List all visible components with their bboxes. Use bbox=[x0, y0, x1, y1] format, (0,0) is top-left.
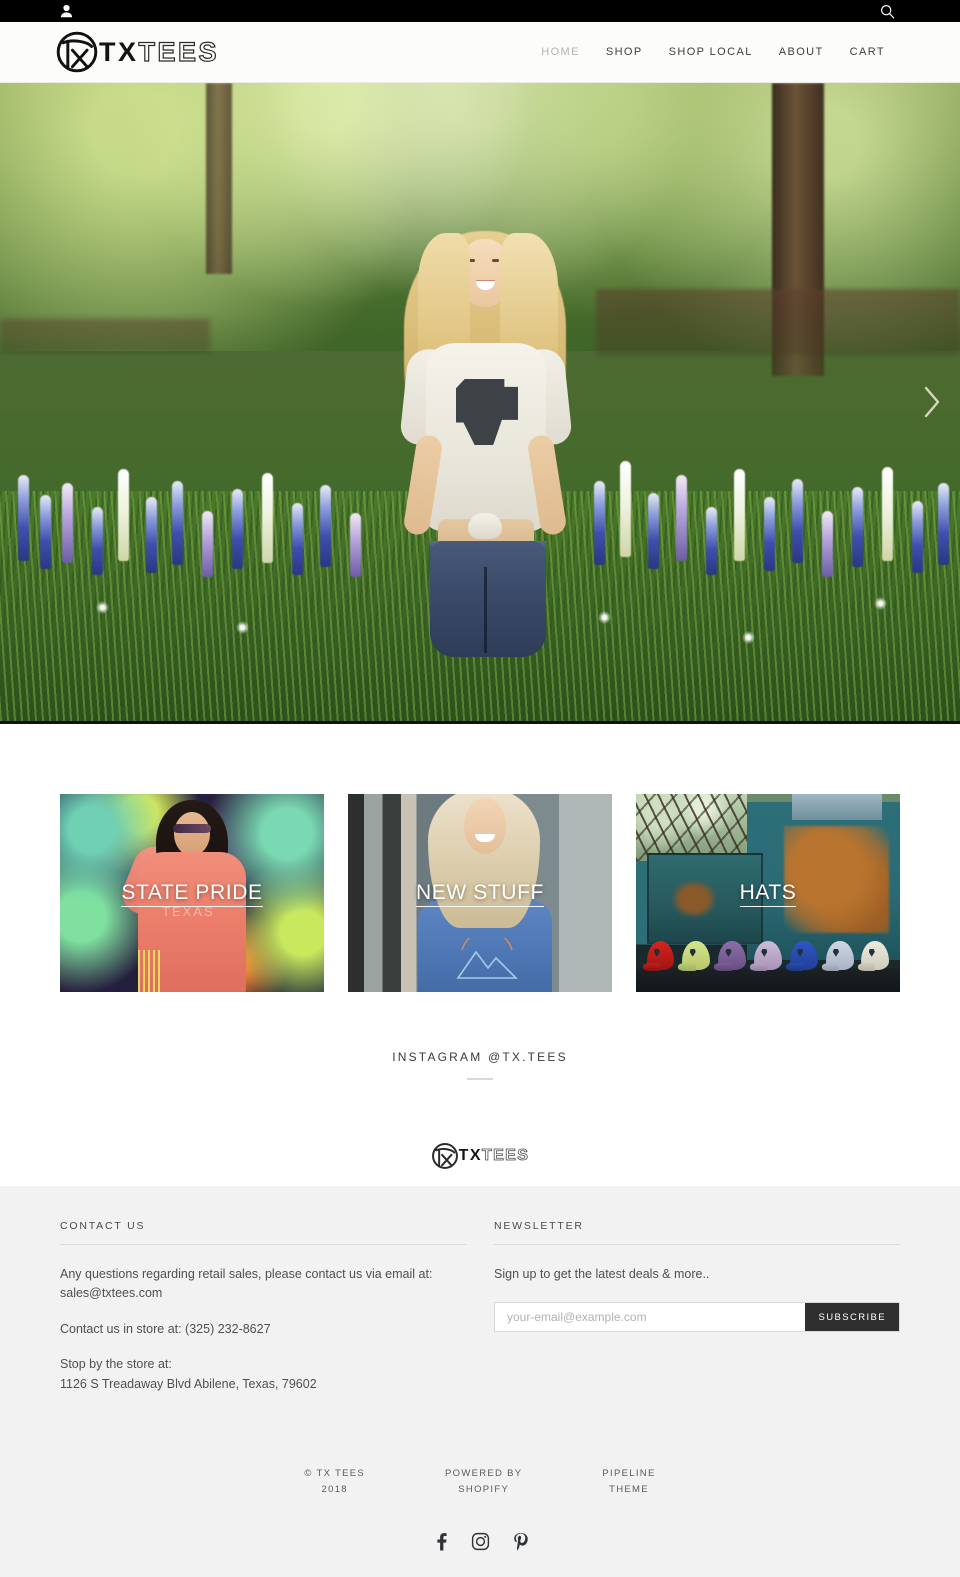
collection-label: NEW STUFF bbox=[348, 881, 612, 907]
contact-heading: CONTACT US bbox=[60, 1220, 466, 1245]
pinterest-icon bbox=[513, 1533, 528, 1551]
nav-item-shop[interactable]: SHOP bbox=[593, 40, 656, 64]
collection-label: HATS bbox=[636, 881, 900, 907]
facebook-icon bbox=[436, 1533, 447, 1551]
contact-address-line: Stop by the store at: 1126 S Treadaway B… bbox=[60, 1355, 466, 1394]
chevron-right-icon bbox=[924, 386, 940, 418]
footer-logo-text-outline: TEES bbox=[481, 1147, 530, 1165]
newsletter-subscribe-button[interactable]: SUBSCRIBE bbox=[805, 1303, 899, 1332]
contact-email-line: Any questions regarding retail sales, pl… bbox=[60, 1267, 433, 1301]
instagram-icon bbox=[471, 1533, 489, 1551]
nav-item-home[interactable]: HOME bbox=[528, 40, 593, 64]
facebook-link[interactable] bbox=[432, 1532, 449, 1551]
main-navigation: HOME SHOP SHOP LOCAL ABOUT CART bbox=[528, 40, 898, 64]
contact-phone-line: Contact us in store at: (325) 232-8627 bbox=[60, 1321, 271, 1336]
collection-label: STATE PRIDE bbox=[60, 881, 324, 907]
footer-logo[interactable]: TX TEES bbox=[431, 1142, 530, 1170]
nav-item-cart[interactable]: CART bbox=[837, 40, 898, 64]
site-header: TX TEES HOME SHOP SHOP LOCAL ABOUT CART bbox=[0, 22, 960, 83]
newsletter-description: Sign up to get the latest deals & more.. bbox=[494, 1267, 710, 1281]
credit-line-2: 2018 bbox=[321, 1484, 348, 1496]
top-utility-bar bbox=[0, 0, 960, 22]
site-logo[interactable]: TX TEES bbox=[55, 30, 219, 74]
contact-address-value: 1126 S Treadaway Blvd Abilene, Texas, 79… bbox=[60, 1376, 317, 1391]
hero-next-slide-button[interactable] bbox=[910, 370, 954, 434]
credit-line-2[interactable]: SHOPIFY bbox=[458, 1484, 509, 1495]
credit-line-1: POWERED BY bbox=[445, 1467, 523, 1479]
wildflowers bbox=[0, 83, 960, 721]
footer-credits: © TX TEES 2018 POWERED BY SHOPIFY PIPELI… bbox=[60, 1410, 900, 1498]
account-icon[interactable] bbox=[60, 0, 73, 22]
logo-text-bold: TX bbox=[99, 36, 139, 67]
credit-line-1: © TX TEES bbox=[304, 1467, 365, 1479]
tx-circle-monogram-icon bbox=[431, 1143, 458, 1169]
credit-line-1: PIPELINE bbox=[602, 1467, 656, 1479]
site-footer: CONTACT US Any questions regarding retai… bbox=[0, 1172, 960, 1577]
credit-theme: PIPELINE THEME bbox=[602, 1466, 655, 1498]
search-icon[interactable] bbox=[880, 0, 895, 22]
hero-slideshow[interactable] bbox=[0, 83, 960, 724]
section-divider bbox=[467, 1078, 493, 1080]
footer-newsletter-column: NEWSLETTER Sign up to get the latest dea… bbox=[494, 1220, 900, 1410]
instagram-section: INSTAGRAM @TX.TEES bbox=[0, 992, 960, 1142]
credit-line-2: THEME bbox=[609, 1484, 649, 1496]
instagram-link[interactable] bbox=[471, 1532, 490, 1551]
contact-address-label: Stop by the store at: bbox=[60, 1357, 172, 1372]
footer-logo-text-bold: TX bbox=[458, 1147, 482, 1164]
collection-tiles: TEXAS STATE PRIDE NEW STUFF HATS bbox=[0, 724, 960, 992]
collection-tile-state-pride[interactable]: TEXAS STATE PRIDE bbox=[60, 794, 324, 992]
tx-circle-monogram-icon bbox=[56, 31, 98, 73]
pinterest-link[interactable] bbox=[512, 1532, 529, 1551]
credit-powered-by: POWERED BY SHOPIFY bbox=[445, 1466, 522, 1498]
footer-logo-area: TX TEES bbox=[0, 1142, 960, 1186]
newsletter-email-input[interactable] bbox=[495, 1303, 806, 1332]
collection-tile-hats[interactable]: HATS bbox=[636, 794, 900, 992]
nav-item-shop-local[interactable]: SHOP LOCAL bbox=[656, 40, 766, 64]
logo-text-outline: TEES bbox=[138, 36, 220, 67]
newsletter-form: SUBSCRIBE bbox=[494, 1302, 900, 1333]
footer-contact-column: CONTACT US Any questions regarding retai… bbox=[60, 1220, 466, 1410]
newsletter-heading: NEWSLETTER bbox=[494, 1220, 900, 1245]
collection-tile-new-stuff[interactable]: NEW STUFF bbox=[348, 794, 612, 992]
hero-image bbox=[0, 83, 960, 721]
instagram-heading: INSTAGRAM @TX.TEES bbox=[392, 1050, 568, 1064]
nav-item-about[interactable]: ABOUT bbox=[766, 40, 837, 64]
credit-copyright: © TX TEES 2018 bbox=[304, 1466, 365, 1498]
